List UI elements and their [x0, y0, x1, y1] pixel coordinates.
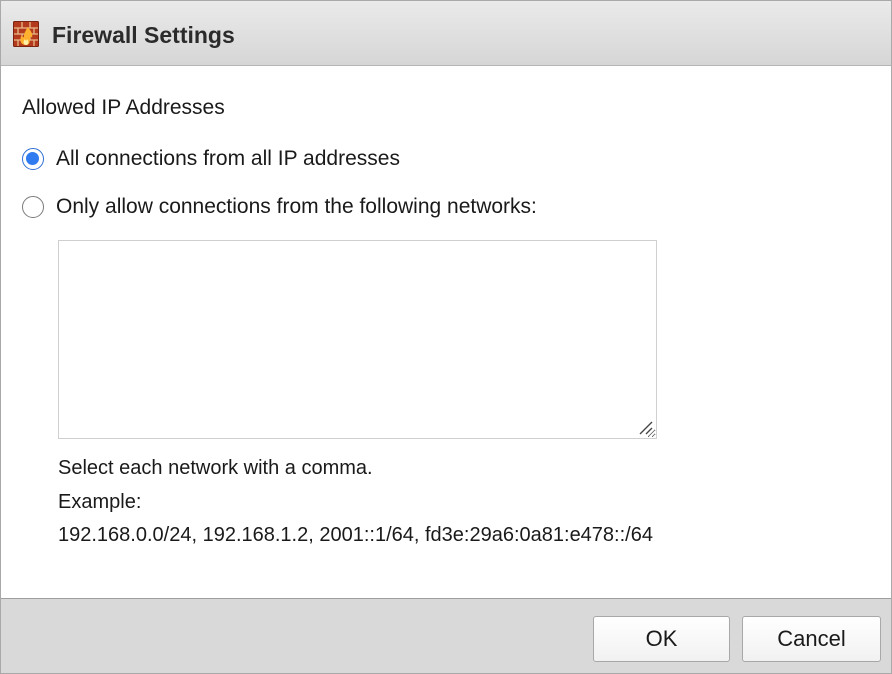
- radio-all-connections[interactable]: All connections from all IP addresses: [22, 145, 400, 173]
- firewall-settings-dialog: Firewall Settings Allowed IP Addresses A…: [0, 0, 892, 674]
- cancel-button[interactable]: Cancel: [742, 616, 881, 662]
- dialog-footer: OK Cancel: [1, 598, 891, 673]
- firewall-icon: [13, 21, 39, 47]
- allowed-ip-label: Allowed IP Addresses: [22, 96, 225, 119]
- radio-all-connections-label[interactable]: All connections from all IP addresses: [56, 146, 400, 172]
- radio-only-networks[interactable]: Only allow connections from the followin…: [22, 193, 537, 221]
- dialog-titlebar[interactable]: Firewall Settings: [1, 1, 891, 66]
- networks-textarea[interactable]: [58, 240, 657, 439]
- radio-button-checked[interactable]: [22, 148, 44, 170]
- radio-only-networks-label[interactable]: Only allow connections from the followin…: [56, 194, 537, 220]
- help-text-example-value: 192.168.0.0/24, 192.168.1.2, 2001::1/64,…: [58, 524, 653, 546]
- dialog-title: Firewall Settings: [52, 22, 235, 48]
- help-text-example-label: Example:: [58, 491, 142, 513]
- radio-button-unchecked[interactable]: [22, 196, 44, 218]
- ok-button[interactable]: OK: [593, 616, 730, 662]
- help-text-line: Select each network with a comma.: [58, 457, 373, 479]
